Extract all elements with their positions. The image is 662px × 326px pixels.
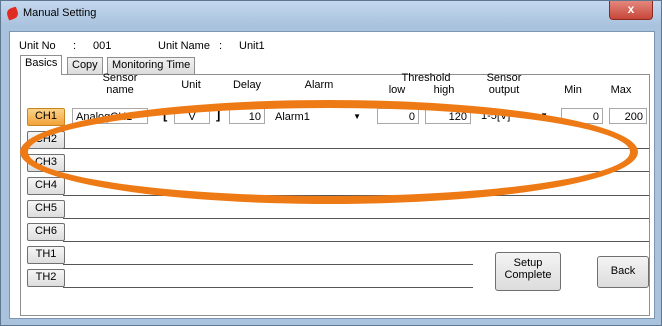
ch1-alarm-value: Alarm1 — [275, 111, 310, 123]
title-bar: Manual Setting x — [1, 1, 661, 27]
ch3-button[interactable]: CH3 — [27, 154, 65, 172]
client-area: Unit No : 001 Unit Name : Unit1 Basics C… — [9, 31, 655, 319]
row-divider — [63, 264, 473, 265]
ch1-max-input[interactable]: 200 — [609, 108, 647, 124]
ch1-threshold-low-input[interactable]: 0 — [377, 108, 419, 124]
row-divider — [63, 218, 649, 219]
unit-name-value: Unit1 — [239, 40, 265, 52]
manual-setting-window: Manual Setting x Unit No : 001 Unit Name… — [0, 0, 662, 326]
row-divider — [63, 241, 649, 242]
header-unit: Unit — [181, 79, 201, 91]
header-threshold: Threshold — [401, 72, 451, 84]
ch1-delay-input[interactable]: 10 — [229, 108, 265, 124]
ch1-min-input[interactable]: 0 — [561, 108, 603, 124]
ch1-sensor-name-input[interactable]: AnalogCH1 — [72, 108, 148, 124]
ch1-sensor-output-value: 1-5[V] — [481, 110, 511, 122]
header-threshold-low: low — [388, 84, 406, 96]
setup-complete-line2: Complete — [504, 269, 552, 281]
ch1-unit-input[interactable]: V — [174, 108, 210, 124]
unit-no-separator: : — [73, 40, 77, 52]
th2-button[interactable]: TH2 — [27, 269, 65, 287]
th1-button[interactable]: TH1 — [27, 246, 65, 264]
unit-name-separator: : — [219, 40, 223, 52]
header-min: Min — [564, 84, 582, 96]
chevron-down-icon: ▼ — [353, 112, 361, 121]
window-title: Manual Setting — [23, 7, 97, 19]
header-sensor-output-line2: output — [488, 84, 520, 96]
header-threshold-high: high — [433, 84, 455, 96]
header-sensor-output-line1: Sensor — [486, 72, 522, 84]
ch1-unit-bracket-open: [ — [163, 107, 168, 122]
header-sensor-name-line2: name — [106, 84, 134, 96]
setup-complete-line1: Setup — [513, 257, 543, 269]
row-divider — [63, 195, 649, 196]
unit-name-label: Unit Name — [158, 40, 210, 52]
header-alarm: Alarm — [304, 79, 334, 91]
setup-complete-button[interactable]: Setup Complete — [495, 252, 561, 291]
unit-no-label: Unit No — [19, 40, 56, 52]
header-max: Max — [610, 84, 632, 96]
row-divider — [63, 148, 649, 149]
ch6-button[interactable]: CH6 — [27, 223, 65, 241]
row-divider — [63, 171, 649, 172]
ch1-button[interactable]: CH1 — [27, 108, 65, 126]
basics-panel: Sensor name Unit Delay Alarm Threshold l… — [20, 72, 650, 316]
ch1-alarm-select[interactable]: Alarm1 ▼ — [271, 108, 366, 124]
close-button[interactable]: x — [609, 1, 653, 20]
header-sensor-name-line1: Sensor — [102, 72, 138, 84]
ch1-unit-bracket-close: ] — [216, 107, 221, 122]
chevron-down-icon: ▼ — [540, 111, 548, 120]
tab-basics[interactable]: Basics — [20, 55, 63, 75]
unit-no-value: 001 — [93, 40, 112, 52]
back-button[interactable]: Back — [597, 256, 649, 288]
app-logo-icon — [5, 6, 20, 21]
ch1-sensor-output-select[interactable]: 1-5[V] ▼ — [477, 107, 553, 123]
ch5-button[interactable]: CH5 — [27, 200, 65, 218]
ch4-button[interactable]: CH4 — [27, 177, 65, 195]
ch2-button[interactable]: CH2 — [27, 131, 65, 149]
header-delay: Delay — [232, 79, 262, 91]
ch1-threshold-high-input[interactable]: 120 — [425, 108, 471, 124]
row-divider — [63, 287, 473, 288]
